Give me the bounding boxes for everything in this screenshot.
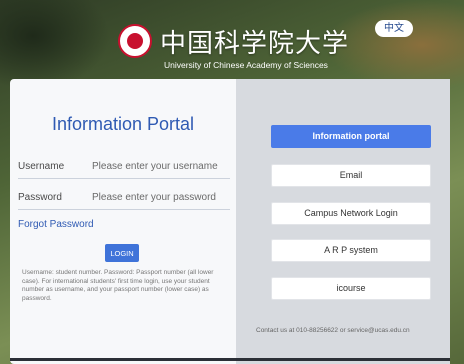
menu-icourse-button[interactable]: icourse: [271, 277, 431, 300]
university-emblem-icon: [118, 24, 152, 58]
password-underline: [18, 209, 230, 210]
menu-email-button[interactable]: Email: [271, 164, 431, 187]
page-title: Information Portal: [51, 114, 195, 134]
login-button[interactable]: LOGIN: [105, 244, 139, 262]
login-panel: Information Portal Username Password For…: [10, 79, 236, 364]
username-label: Username: [18, 161, 65, 172]
language-toggle-button[interactable]: 中文: [375, 20, 413, 37]
password-label: Password: [18, 192, 62, 203]
contact-info: Contact us at 010-88256622 or service@uc…: [256, 327, 410, 334]
menu-campus-network-login-button[interactable]: Campus Network Login: [271, 202, 431, 225]
background-left-shade: [0, 0, 110, 90]
menu-arp-system-button[interactable]: A R P system: [271, 239, 431, 262]
bottom-divider: [10, 358, 450, 361]
university-name-cn: 中国科学院大学: [160, 29, 350, 59]
username-input[interactable]: [90, 157, 228, 175]
header-logo: 中国科学院大学 University of Chinese Academy of…: [108, 14, 358, 74]
university-name-en: University of Chinese Academy of Science…: [164, 60, 328, 70]
menu-information-portal-button[interactable]: Information portal: [271, 125, 431, 148]
username-underline: [18, 178, 230, 179]
forgot-password-link[interactable]: Forgot Password: [18, 219, 94, 230]
login-help-text: Username: student number. Password: Pass…: [22, 269, 214, 302]
quick-links-panel: Information portal Email Campus Network …: [236, 79, 450, 364]
password-input[interactable]: [90, 188, 228, 206]
